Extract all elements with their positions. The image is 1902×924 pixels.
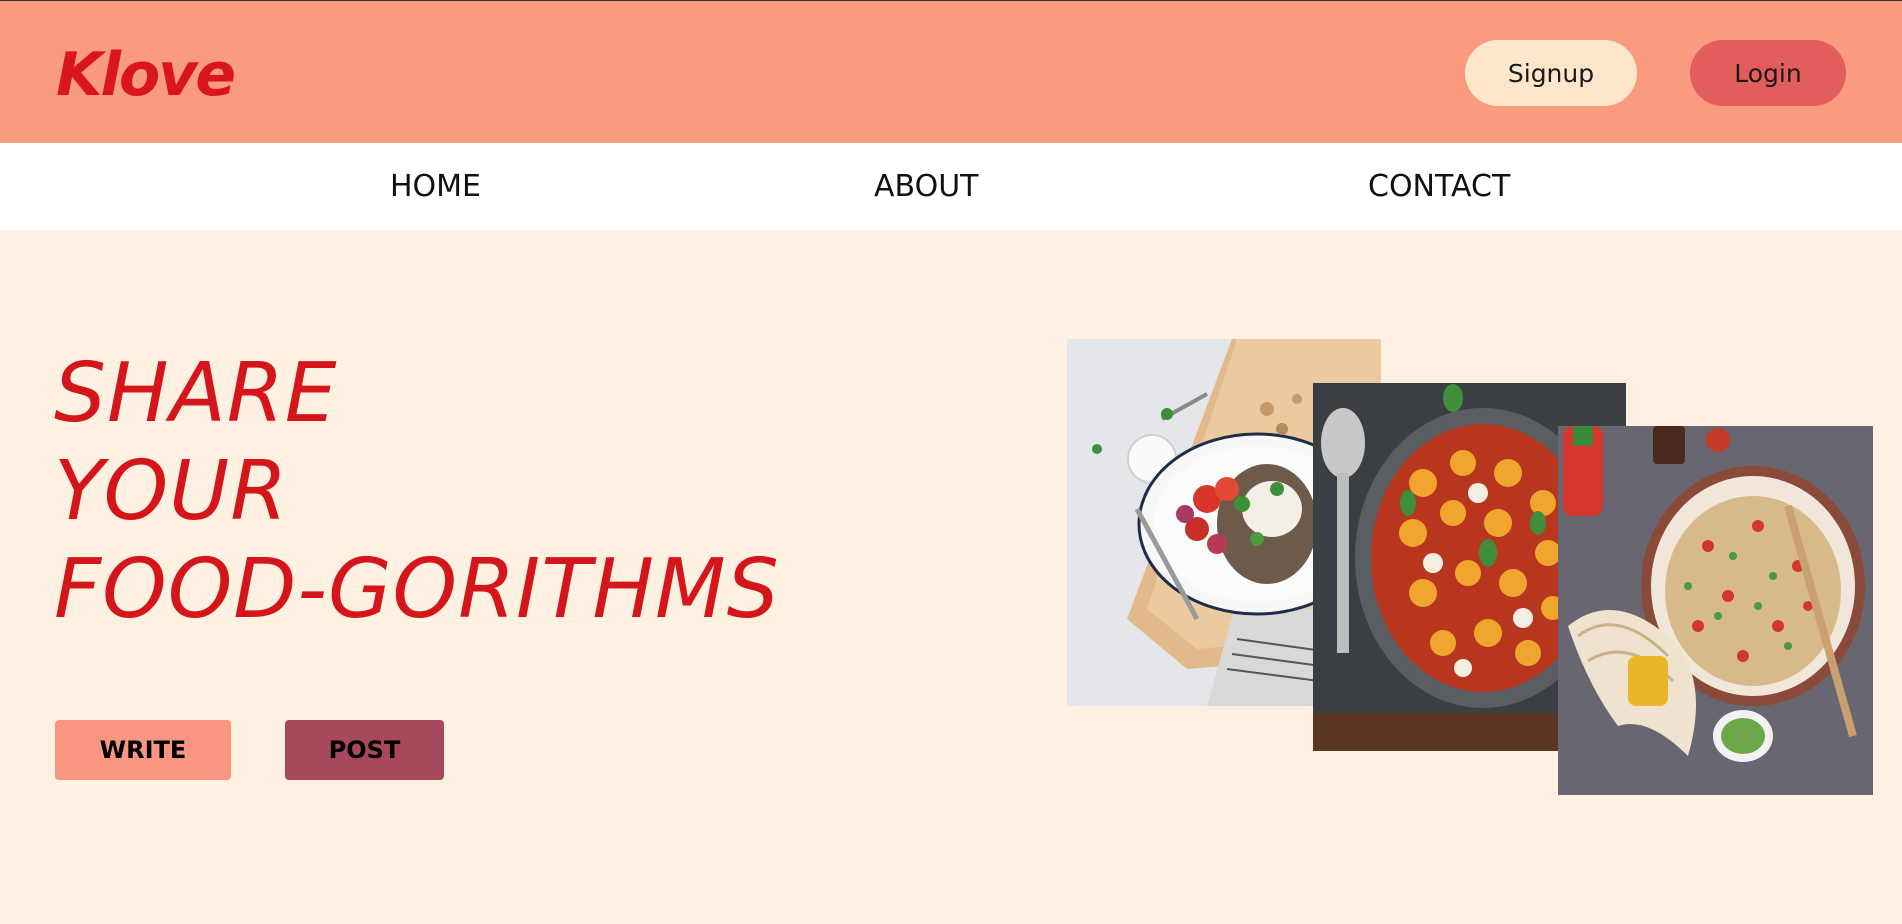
- hero-headline: SHARE YOUR FOOD-GORITHMS: [54, 345, 780, 639]
- main-nav: HOME ABOUT CONTACT: [0, 143, 1902, 230]
- headline-line: SHARE: [54, 346, 338, 441]
- headline-line: YOUR: [54, 444, 289, 539]
- headline-line: FOOD-GORITHMS: [54, 542, 780, 637]
- header: Klove Signup Login: [0, 0, 1902, 143]
- write-button[interactable]: WRITE: [55, 720, 231, 780]
- food-image-rice-bowl: [1558, 426, 1873, 795]
- nav-home-link[interactable]: HOME: [390, 167, 481, 207]
- login-button[interactable]: Login: [1690, 40, 1846, 106]
- post-button[interactable]: POST: [285, 720, 444, 780]
- nav-about-link[interactable]: ABOUT: [874, 167, 978, 207]
- page: Klove Signup Login HOME ABOUT CONTACT SH…: [0, 0, 1902, 924]
- signup-button[interactable]: Signup: [1465, 40, 1637, 106]
- nav-contact-link[interactable]: CONTACT: [1368, 167, 1510, 207]
- hero-section: SHARE YOUR FOOD-GORITHMS WRITE POST: [0, 230, 1902, 924]
- brand-logo[interactable]: Klove: [56, 35, 236, 115]
